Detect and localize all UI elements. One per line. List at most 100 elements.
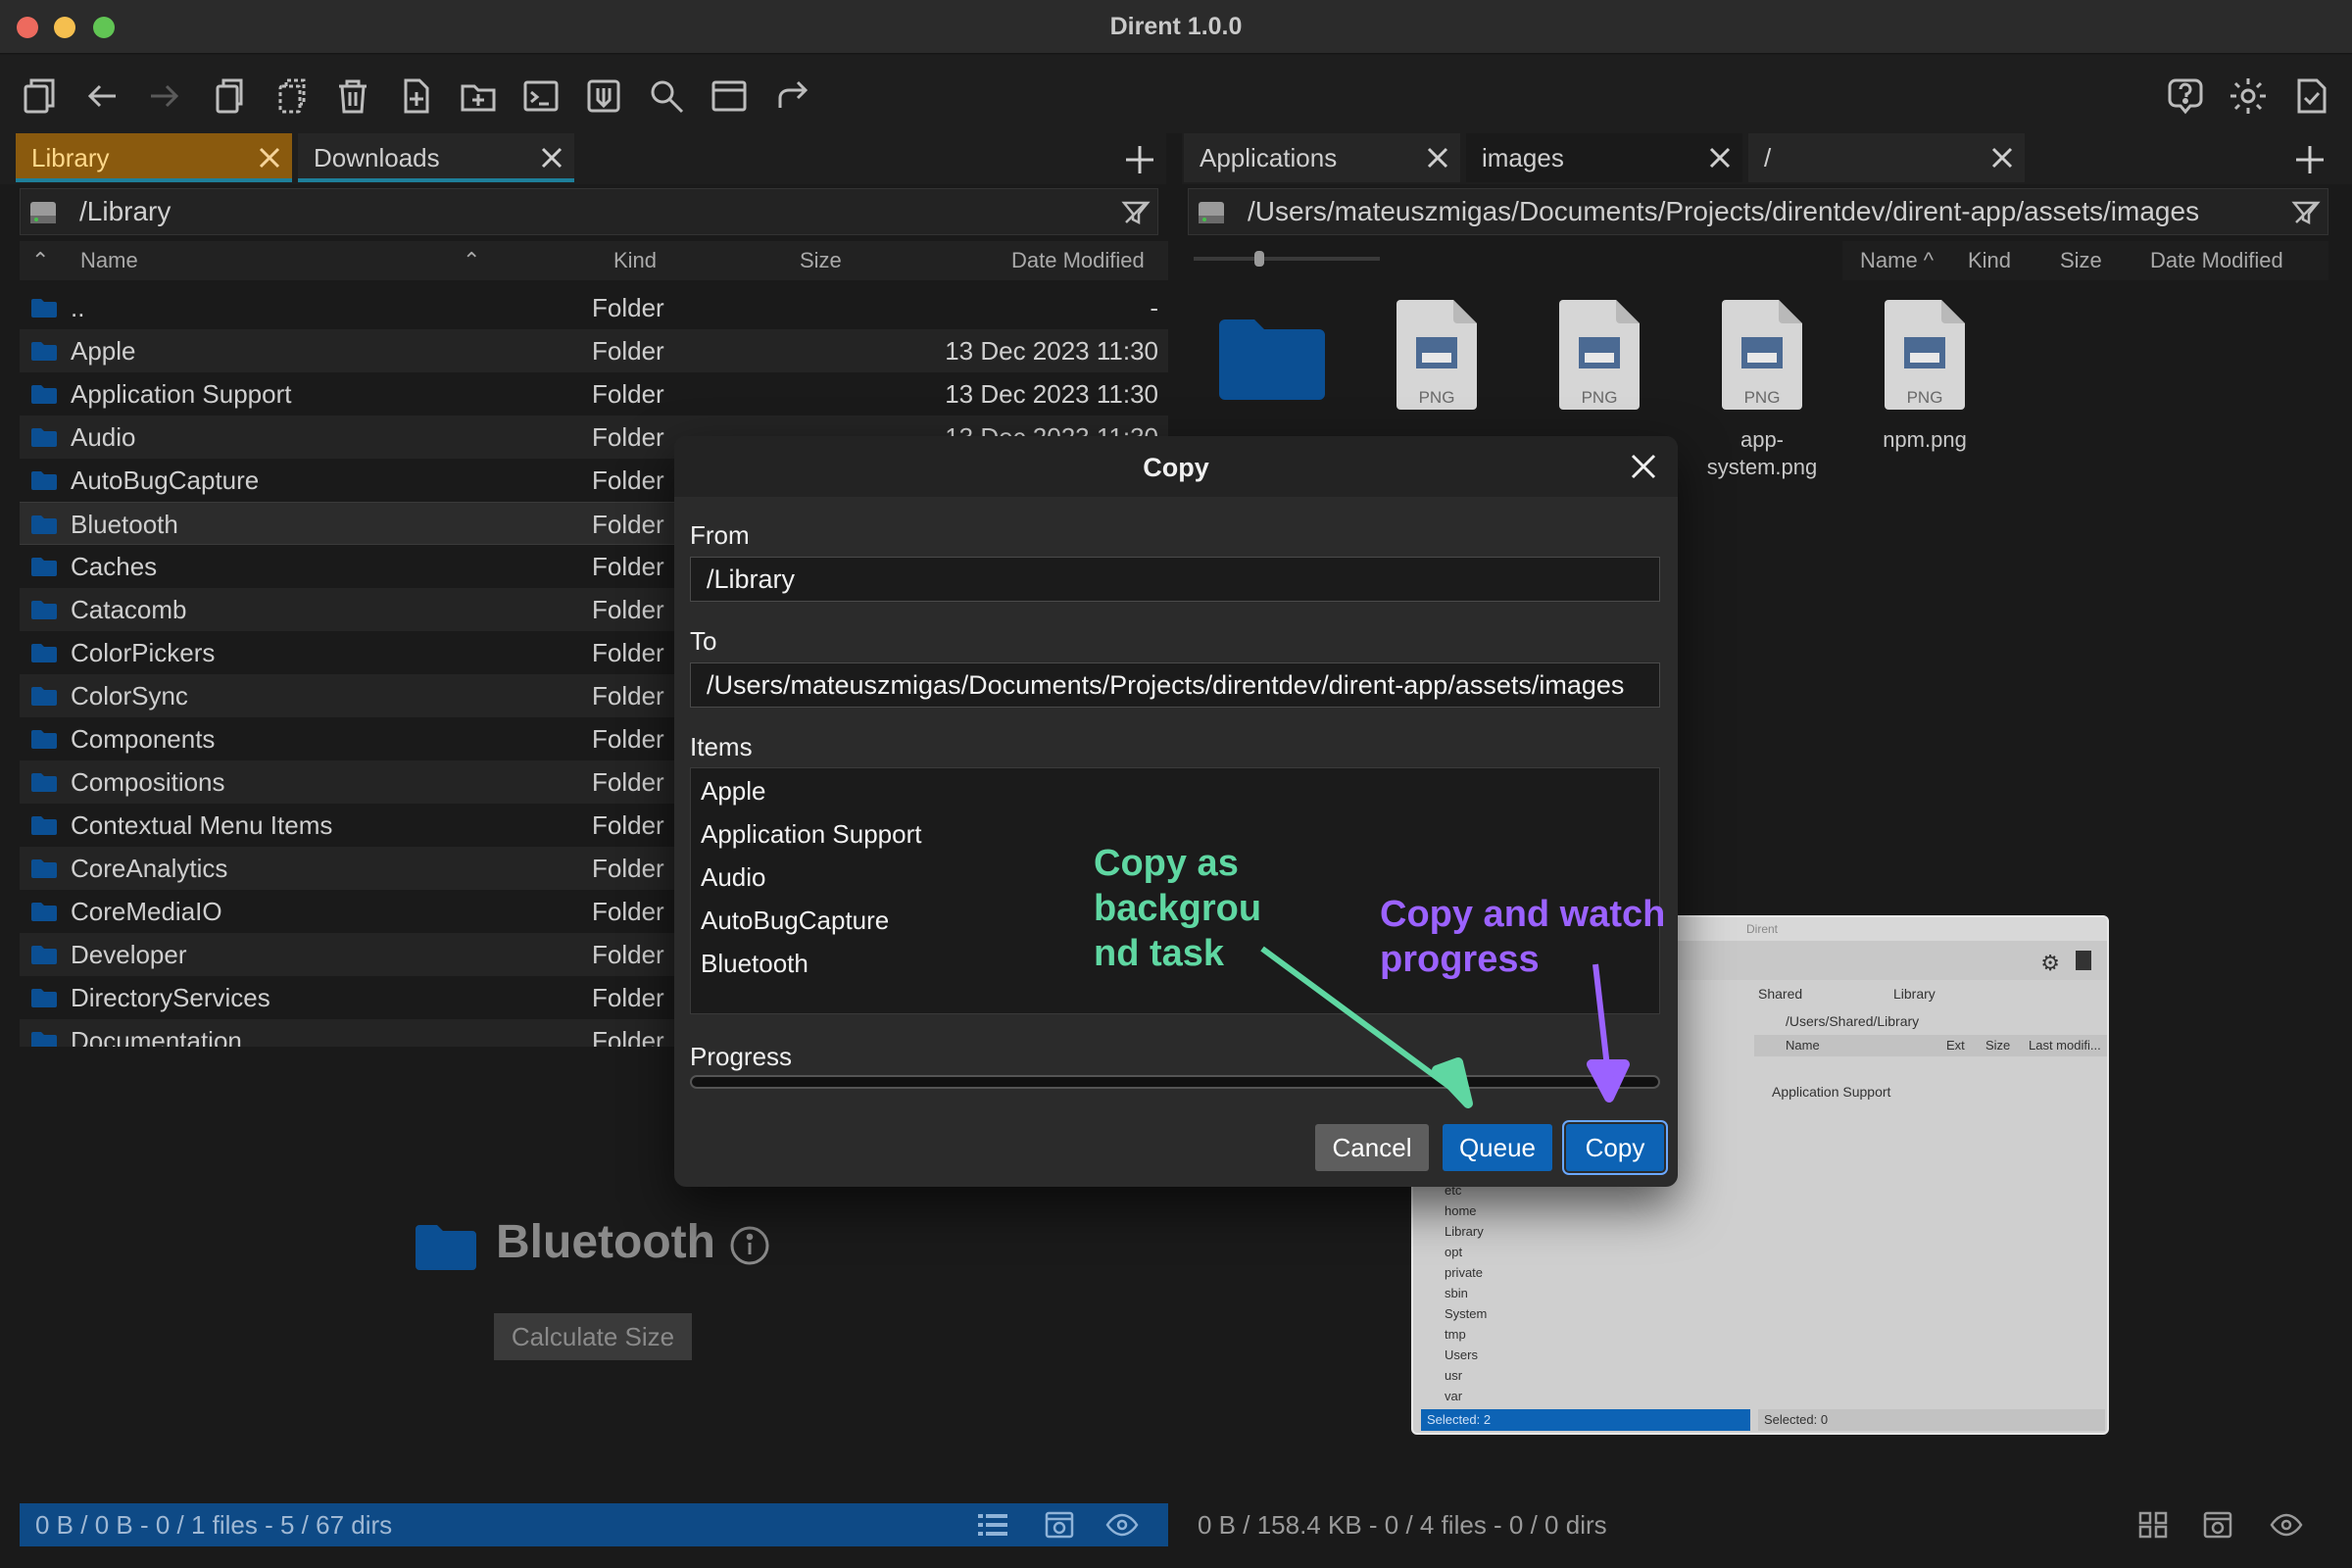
column-date[interactable]: Date Modified [2150,241,2283,280]
file-badge: PNG [1418,388,1455,407]
column-kind[interactable]: Kind [1968,241,2011,280]
file-kind: Folder [592,422,664,452]
file-name: ColorPickers [71,638,216,667]
add-tab-icon[interactable] [1123,143,1156,176]
folder-icon [31,989,57,1007]
file-name: CoreMediaIO [71,897,222,926]
eye-icon[interactable] [1105,1509,1139,1541]
right-path-bar[interactable]: /Users/mateuszmigas/Documents/Projects/d… [1188,188,2328,235]
embedded-row: sbin [1445,1286,1468,1300]
tab-applications[interactable]: Applications [1184,133,1460,182]
table-row[interactable]: Application Support Folder 13 Dec 2023 11:… [20,372,1168,416]
tab-root[interactable]: / [1748,133,2025,182]
right-status-bar: 0 B / 158.4 KB - 0 / 4 files - 0 / 0 dir… [1182,1503,2328,1546]
copy-icon[interactable] [206,74,249,118]
tab-images[interactable]: images [1466,133,1742,182]
folder-icon [31,601,57,619]
window-icon[interactable] [708,74,751,118]
embedded-status-right: Selected: 0 [1758,1409,2105,1431]
file-kind: Folder [592,336,664,366]
gear-icon[interactable] [2227,74,2270,118]
column-kind[interactable]: Kind [613,241,657,280]
icon-size-slider[interactable] [1194,251,1380,267]
copy-dialog: Copy From /Library To /Users/mateuszmiga… [674,436,1678,1187]
filter-icon[interactable] [2290,197,2322,228]
embedded-row: home [1445,1203,1477,1218]
folder-icon [31,428,57,447]
to-field[interactable]: /Users/mateuszmigas/Documents/Projects/d… [690,662,1660,708]
folder-icon[interactable] [1219,316,1325,400]
window-title: Dirent 1.0.0 [1109,13,1243,40]
left-path-bar[interactable]: /Library [20,188,1158,235]
file-kind: Folder [592,724,664,754]
help-icon[interactable] [2164,74,2207,118]
folder-icon [31,903,57,921]
open-in-editor-icon[interactable] [582,74,625,118]
file-name: Catacomb [71,595,187,624]
tasks-icon[interactable] [2289,74,2332,118]
grid-item[interactable]: PNG npm.png [1846,298,2003,454]
preview-pane-icon[interactable] [2201,1509,2234,1541]
tab-downloads[interactable]: Downloads [298,133,574,182]
column-name[interactable]: Name [80,241,138,280]
new-file-icon[interactable] [394,74,437,118]
file-kind: Folder [592,293,664,322]
column-name[interactable]: Name ^ [1860,241,1934,280]
grid-view-icon[interactable] [2136,1509,2170,1541]
redo-icon[interactable] [770,74,813,118]
column-size[interactable]: Size [800,241,842,280]
calculate-size-button[interactable]: Calculate Size [494,1313,692,1360]
back-icon[interactable] [80,74,123,118]
close-tab-icon[interactable] [1425,145,1450,171]
copy-button[interactable]: Copy [1562,1120,1668,1175]
sort-asc-icon[interactable]: ⌃ [463,241,480,280]
tab-label: / [1764,143,1772,172]
list-view-icon[interactable] [976,1509,1009,1541]
terminal-icon[interactable] [519,74,563,118]
table-row[interactable]: Apple Folder 13 Dec 2023 11:30 [20,329,1168,372]
status-text: 0 B / 158.4 KB - 0 / 4 files - 0 / 0 dir… [1198,1510,1607,1540]
column-size[interactable]: Size [2060,241,2102,280]
close-tab-icon[interactable] [1989,145,2015,171]
embedded-row: Application Support [1772,1084,1891,1100]
path-text[interactable]: /Users/mateuszmigas/Documents/Projects/d… [1248,189,2199,234]
close-icon[interactable] [1629,452,1658,481]
queue-button[interactable]: Queue [1443,1124,1552,1171]
eye-icon[interactable] [2270,1509,2303,1541]
file-kind: Folder [592,810,664,840]
from-label: From [690,520,750,550]
trash-icon[interactable] [331,74,374,118]
folder-icon [31,816,57,835]
path-text[interactable]: /Library [79,189,171,234]
move-icon[interactable] [269,74,312,118]
from-field[interactable]: /Library [690,557,1660,602]
info-icon[interactable] [729,1225,770,1266]
tab-library[interactable]: Library [16,133,292,182]
queue-annotation: Copy as backgrou nd task [1094,843,1262,974]
embedded-col: Last modifi... [2029,1038,2101,1053]
folder-icon [31,342,57,361]
search-icon[interactable] [645,74,688,118]
filter-icon[interactable] [1120,197,1152,228]
file-name: Apple [71,336,136,366]
grid-item[interactable]: PNG app- system.png [1684,298,1840,481]
dual-pane-icon[interactable] [18,74,61,118]
grid-item[interactable]: PNG [1521,298,1678,426]
close-tab-icon[interactable] [539,145,564,171]
close-tab-icon[interactable] [1707,145,1733,171]
preview-pane-icon[interactable] [1043,1509,1076,1541]
copy-annotation: Copy and watch progress [1380,894,1666,980]
forward-icon[interactable] [143,74,186,118]
column-date[interactable]: Date Modified [1011,241,1145,280]
embedded-row: opt [1445,1245,1463,1259]
new-folder-icon[interactable] [457,74,500,118]
dialog-title: Copy [1143,453,1209,482]
cancel-button[interactable]: Cancel [1315,1124,1429,1171]
file-kind: Folder [592,940,664,969]
close-tab-icon[interactable] [257,145,282,171]
embedded-col: Name [1786,1038,1820,1053]
collapse-icon[interactable]: ⌃ [31,241,49,280]
grid-item[interactable]: PNG [1358,298,1515,426]
table-row[interactable]: .. Folder - [20,286,1168,329]
add-tab-icon[interactable] [2293,143,2327,176]
